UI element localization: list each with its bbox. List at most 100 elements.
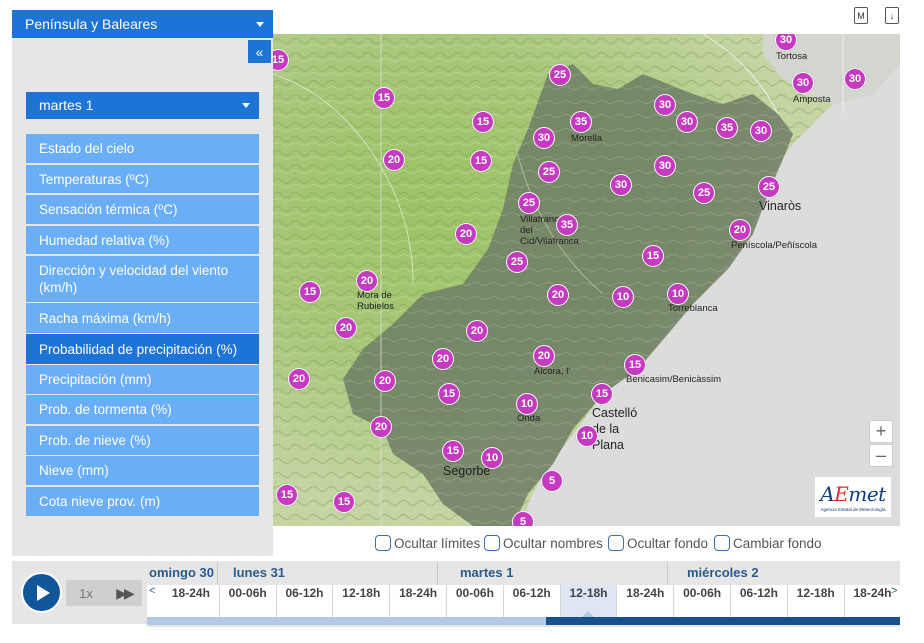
precip-probability-marker[interactable]: 25 bbox=[693, 182, 715, 204]
time-slot[interactable]: 18-24h bbox=[390, 585, 447, 617]
menu-item[interactable]: Precipitación (mm) bbox=[26, 365, 259, 394]
precip-probability-marker[interactable]: 35 bbox=[716, 117, 738, 139]
time-slot[interactable]: 06-12h bbox=[504, 585, 561, 617]
menu-item[interactable]: Estado del cielo bbox=[26, 134, 259, 163]
precip-probability-marker[interactable]: 20 bbox=[335, 317, 357, 339]
zoom-out-button[interactable]: – bbox=[869, 444, 893, 467]
precip-probability-marker[interactable]: 25 bbox=[506, 251, 528, 273]
precip-probability-marker[interactable]: 15 bbox=[642, 245, 664, 267]
precip-probability-marker[interactable]: 20 bbox=[466, 320, 488, 342]
precip-probability-marker[interactable]: 20 bbox=[533, 345, 555, 367]
precip-probability-marker[interactable]: 10 bbox=[576, 425, 598, 447]
time-slot[interactable]: 06-12h bbox=[731, 585, 788, 617]
precip-probability-marker[interactable]: 15 bbox=[299, 281, 321, 303]
time-slot[interactable]: 12-18h bbox=[560, 585, 618, 618]
precip-probability-marker[interactable]: 15 bbox=[273, 49, 289, 71]
precip-probability-marker[interactable]: 30 bbox=[533, 127, 555, 149]
time-slot[interactable]: 00-06h bbox=[220, 585, 277, 617]
checkbox-icon[interactable] bbox=[375, 535, 391, 551]
time-slot[interactable]: 18-24h bbox=[617, 585, 675, 617]
precip-probability-marker[interactable]: 20 bbox=[370, 416, 392, 438]
time-slot[interactable]: 06-12h bbox=[277, 585, 334, 617]
checkbox-icon[interactable] bbox=[714, 535, 730, 551]
precip-probability-marker[interactable]: 35 bbox=[570, 111, 592, 133]
precip-probability-marker[interactable]: 20 bbox=[455, 223, 477, 245]
precip-probability-marker[interactable]: 15 bbox=[276, 484, 298, 506]
precip-probability-marker[interactable]: 10 bbox=[516, 393, 538, 415]
time-slot[interactable]: 12-18h bbox=[333, 585, 391, 617]
precip-probability-marker[interactable]: 30 bbox=[750, 120, 772, 142]
precip-probability-marker[interactable]: 25 bbox=[549, 64, 571, 86]
time-slot[interactable]: 18-24h bbox=[163, 585, 220, 617]
time-slot[interactable]: 00-06h bbox=[447, 585, 504, 617]
precip-probability-marker[interactable]: 20 bbox=[547, 284, 569, 306]
precip-probability-marker[interactable]: 15 bbox=[442, 440, 464, 462]
menu-item[interactable]: Probabilidad de precipitación (%) bbox=[26, 334, 259, 364]
chevron-down-icon bbox=[256, 22, 264, 27]
download-icon[interactable]: ↓ bbox=[885, 7, 899, 24]
precip-probability-marker[interactable]: 35 bbox=[556, 214, 578, 236]
precip-probability-marker[interactable]: 15 bbox=[624, 354, 646, 376]
precip-probability-marker[interactable]: 15 bbox=[470, 150, 492, 172]
menu-item[interactable]: Prob. de tormenta (%) bbox=[26, 395, 259, 424]
precip-probability-marker[interactable]: 30 bbox=[610, 174, 632, 196]
toggle-hide-limits[interactable]: Ocultar límites bbox=[375, 535, 480, 551]
precip-probability-marker[interactable]: 30 bbox=[775, 34, 797, 51]
checkbox-icon[interactable] bbox=[608, 535, 624, 551]
precip-probability-marker[interactable]: 30 bbox=[844, 68, 866, 90]
precip-probability-marker[interactable]: 30 bbox=[654, 94, 676, 116]
menu-item[interactable]: Prob. de nieve (%) bbox=[26, 426, 259, 455]
toggle-hide-background[interactable]: Ocultar fondo bbox=[608, 535, 708, 551]
zoom-in-button[interactable]: + bbox=[869, 420, 893, 443]
time-slot[interactable]: 00-06h bbox=[674, 585, 731, 617]
menu-item[interactable]: Sensación térmica (ºC) bbox=[26, 195, 259, 224]
menu-item[interactable]: Temperaturas (ºC) bbox=[26, 165, 259, 193]
precip-probability-marker[interactable]: 25 bbox=[538, 161, 560, 183]
region-select[interactable]: Península y Baleares bbox=[12, 10, 273, 38]
precip-probability-marker[interactable]: 15 bbox=[472, 111, 494, 133]
time-slot[interactable]: 12-18h bbox=[788, 585, 845, 617]
city-label: Mora de Rubielos bbox=[357, 290, 394, 312]
toggle-change-background[interactable]: Cambiar fondo bbox=[714, 535, 822, 551]
precip-probability-marker[interactable]: 10 bbox=[667, 283, 689, 305]
day-separator bbox=[667, 563, 668, 585]
precip-probability-marker[interactable]: 20 bbox=[356, 270, 378, 292]
precip-probability-marker[interactable]: 5 bbox=[512, 511, 534, 526]
precip-probability-marker[interactable]: 10 bbox=[481, 447, 503, 469]
collapse-sidebar-button[interactable]: « bbox=[248, 40, 271, 63]
menu-item[interactable]: Nieve (mm) bbox=[26, 456, 259, 485]
precip-probability-marker[interactable]: 25 bbox=[758, 176, 780, 198]
precip-probability-marker[interactable]: 20 bbox=[288, 368, 310, 390]
precip-probability-marker[interactable]: 30 bbox=[676, 111, 698, 133]
speed-button[interactable]: 1x bbox=[66, 580, 106, 606]
precip-probability-marker[interactable]: 15 bbox=[591, 383, 613, 405]
day-select[interactable]: martes 1 bbox=[26, 92, 259, 119]
precip-probability-marker[interactable]: 25 bbox=[518, 192, 540, 214]
timeline-left-arrow[interactable]: < bbox=[149, 585, 155, 597]
precip-probability-marker[interactable]: 30 bbox=[654, 155, 676, 177]
precip-probability-marker[interactable]: 5 bbox=[541, 470, 563, 492]
timeline-right-arrow[interactable]: > bbox=[891, 585, 897, 597]
precip-probability-marker[interactable]: 15 bbox=[333, 491, 355, 513]
day-separator bbox=[437, 563, 438, 585]
city-label: Peníscola/Peñíscola bbox=[731, 240, 818, 251]
fast-forward-button[interactable]: ▶▶ bbox=[106, 580, 142, 606]
precip-probability-marker[interactable]: 20 bbox=[383, 149, 405, 171]
map-mode-icon[interactable]: M bbox=[854, 7, 868, 24]
precip-probability-marker[interactable]: 20 bbox=[729, 219, 751, 241]
precip-probability-marker[interactable]: 30 bbox=[792, 72, 814, 94]
precip-probability-marker[interactable]: 10 bbox=[612, 286, 634, 308]
precip-probability-marker[interactable]: 20 bbox=[432, 348, 454, 370]
precip-probability-marker[interactable]: 15 bbox=[373, 87, 395, 109]
menu-item[interactable]: Dirección y velocidad del viento (km/h) bbox=[26, 256, 259, 302]
play-button[interactable] bbox=[21, 572, 62, 613]
aemet-logo: AEmet Agencia Estatal de Meteorología bbox=[814, 476, 892, 518]
toggle-hide-names[interactable]: Ocultar nombres bbox=[484, 535, 603, 551]
checkbox-icon[interactable] bbox=[484, 535, 500, 551]
menu-item[interactable]: Humedad relativa (%) bbox=[26, 226, 259, 254]
precip-probability-marker[interactable]: 15 bbox=[438, 383, 460, 405]
timeline[interactable]: omingo 30 lunes 31 martes 1 miércoles 2 18-… bbox=[147, 561, 900, 627]
precip-probability-marker[interactable]: 20 bbox=[374, 370, 396, 392]
menu-item[interactable]: Racha máxima (km/h) bbox=[26, 303, 259, 333]
menu-item[interactable]: Cota nieve prov. (m) bbox=[26, 487, 259, 516]
